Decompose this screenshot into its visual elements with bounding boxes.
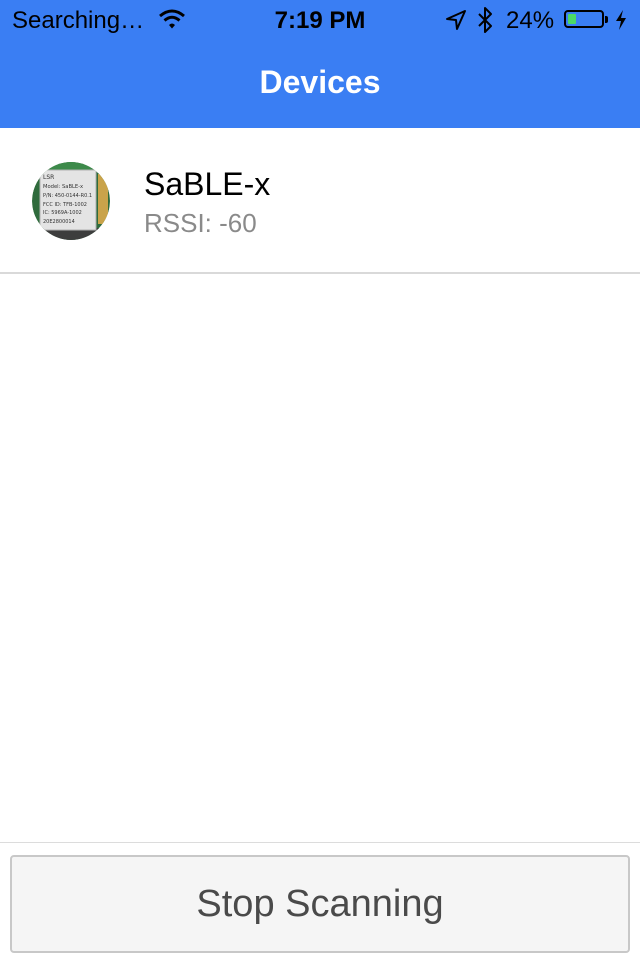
bottom-toolbar: Stop Scanning [0,842,640,961]
page-title: Devices [259,64,381,100]
device-thumbnail: LSR Model: SaBLE-x P/N: 450-0144-R0.1 FC… [32,162,110,240]
battery-level-fill [568,14,576,24]
status-bar: Searching… 7:19 PM 24% [0,0,640,40]
thumb-text-l4: FCC ID: TFB-1002 [43,202,87,208]
bluetooth-icon [478,7,492,33]
device-row[interactable]: LSR Model: SaBLE-x P/N: 450-0144-R0.1 FC… [0,130,640,274]
stop-scanning-button[interactable]: Stop Scanning [10,855,630,953]
thumb-text-l3: P/N: 450-0144-R0.1 [43,193,92,199]
battery-cap [605,16,608,23]
thumb-text-l1: LSR [43,174,54,181]
location-arrow-icon [446,10,466,30]
device-name: SaBLE-x [144,166,271,202]
battery-percent: 24% [506,7,555,34]
device-rssi: RSSI: -60 [144,208,257,238]
navigation-header: Searching… 7:19 PM 24% Devices [0,0,640,128]
charging-bolt-icon [616,10,626,30]
battery-icon [564,10,608,28]
thumb-text-l6: 20E2800014 [43,219,75,225]
thumb-text-l5: IC: 5969A-1002 [43,210,82,216]
thumb-text-l2: Model: SaBLE-x [43,184,83,190]
